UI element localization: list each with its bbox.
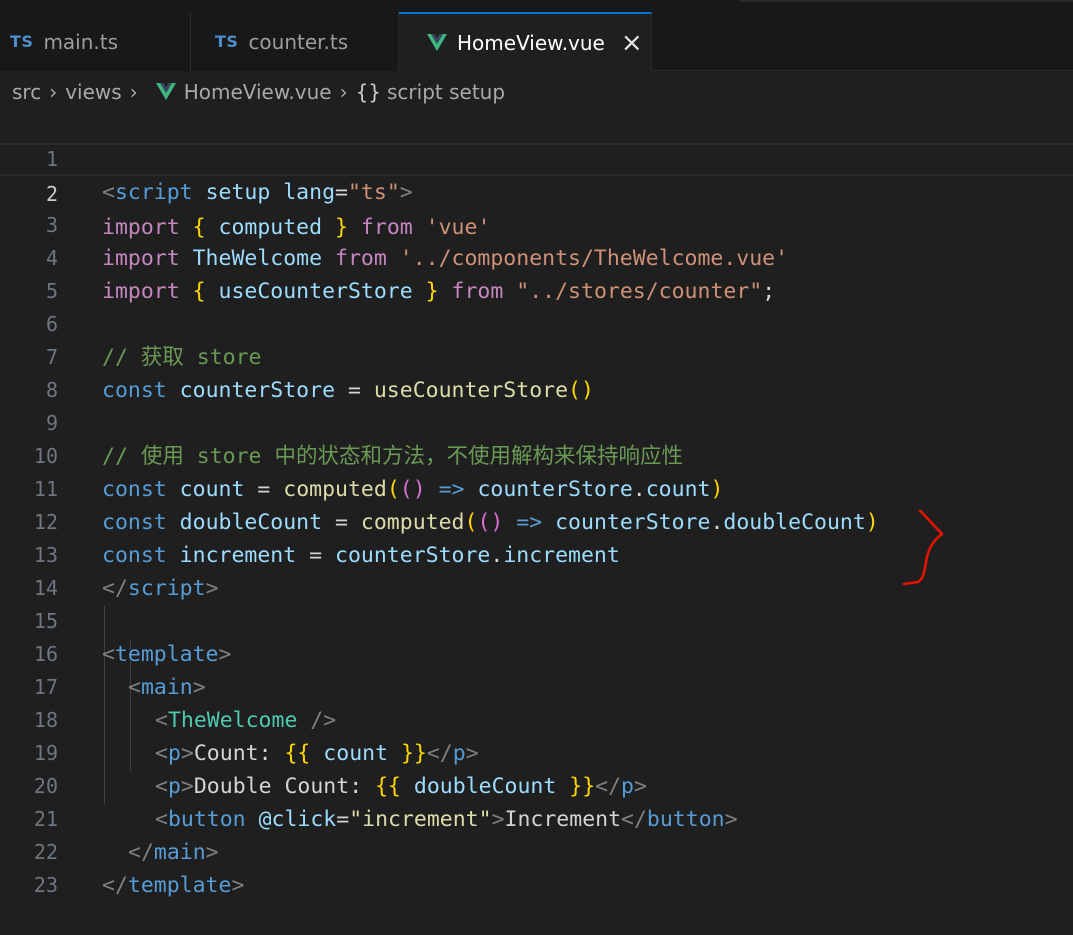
- chevron-right-icon: ›: [49, 80, 58, 104]
- code-line[interactable]: 8: [0, 341, 1073, 402]
- code-line[interactable]: 22 </template>: [0, 803, 1073, 898]
- code-line[interactable]: 23: [0, 836, 1073, 897]
- tab-homeview-vue[interactable]: HomeView.vue ×: [399, 12, 652, 71]
- code-line[interactable]: 18 <p>Count: {{ count }}</p>: [0, 671, 1073, 766]
- vue-icon: [427, 33, 447, 51]
- code-line[interactable]: 17 <TheWelcome />: [0, 638, 1073, 733]
- typescript-icon: TS: [10, 32, 34, 51]
- code-line[interactable]: 16 <main>: [0, 605, 1073, 700]
- code-line[interactable]: 10 const count = computed(() => counterS…: [0, 407, 1073, 502]
- breadcrumb-file[interactable]: HomeView.vue: [184, 80, 332, 104]
- breadcrumb-symbol[interactable]: script setup: [387, 80, 505, 104]
- code-line[interactable]: 6 // 获取 store: [0, 275, 1073, 370]
- breadcrumb: src › views › HomeView.vue › {} script s…: [0, 72, 1073, 112]
- code-line[interactable]: 1 <script setup lang="ts">: [0, 110, 1073, 205]
- code-text: </template>: [102, 873, 245, 898]
- braces-icon: {}: [355, 80, 382, 104]
- code-line[interactable]: 4 import { useCounterStore } from "../st…: [0, 209, 1073, 304]
- tab-label: counter.ts: [248, 29, 349, 54]
- code-line[interactable]: 3 import TheWelcome from '../components/…: [0, 176, 1073, 271]
- tab-bar-edge: [740, 0, 1073, 2]
- breadcrumb-src[interactable]: src: [12, 80, 41, 104]
- vue-icon: [155, 83, 176, 100]
- red-annotation-mark: [902, 510, 944, 586]
- code-line[interactable]: 20 <button @click="increment">Increment<…: [0, 737, 1073, 832]
- code-editor[interactable]: 1 <script setup lang="ts"> 2 import { co…: [0, 110, 1073, 898]
- close-icon[interactable]: ×: [621, 30, 643, 56]
- code-line[interactable]: 19 <p>Double Count: {{ doubleCount }}</p…: [0, 704, 1073, 799]
- code-line[interactable]: 7 const counterStore = useCounterStore(): [0, 308, 1073, 403]
- typescript-icon: TS: [215, 32, 239, 51]
- chevron-right-icon: ›: [339, 80, 348, 104]
- line-number: 23: [33, 873, 58, 897]
- code-line[interactable]: 9 // 使用 store 中的状态和方法，不使用解构来保持响应性: [0, 374, 1073, 469]
- code-line-current[interactable]: 2 import { computed } from 'vue': [0, 143, 1073, 240]
- code-line[interactable]: 5: [0, 242, 1073, 303]
- tab-label: HomeView.vue: [457, 30, 605, 55]
- tab-counter-ts[interactable]: TS counter.ts: [191, 12, 399, 71]
- editor-tab-bar: TS main.ts TS counter.ts HomeView.vue ×: [0, 0, 1073, 71]
- tab-main-ts[interactable]: TS main.ts: [0, 12, 191, 71]
- code-line[interactable]: 12 const increment = counterStore.increm…: [0, 473, 1073, 568]
- tab-label: main.ts: [43, 29, 119, 54]
- chevron-right-icon: ›: [129, 80, 138, 104]
- code-line[interactable]: 21 </main>: [0, 770, 1073, 865]
- code-line[interactable]: 11 const doubleCount = computed(() => co…: [0, 440, 1073, 535]
- breadcrumb-views[interactable]: views: [65, 80, 121, 104]
